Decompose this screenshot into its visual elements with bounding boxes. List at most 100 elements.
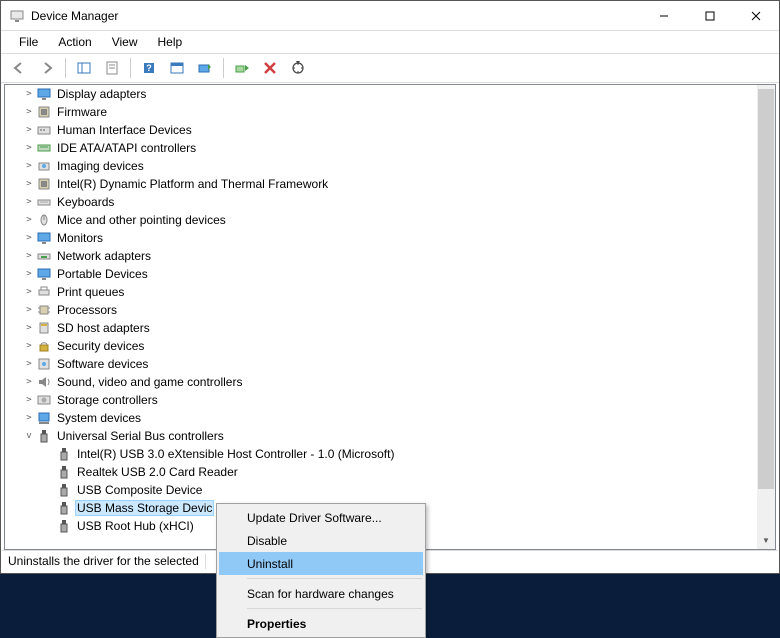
keyboard-icon: [36, 194, 52, 210]
tree-node-label: USB Mass Storage Devic: [75, 500, 214, 516]
storage-icon: [36, 392, 52, 408]
expand-icon[interactable]: >: [23, 287, 35, 297]
expand-icon[interactable]: >: [23, 89, 35, 99]
properties-button[interactable]: [100, 56, 124, 80]
ctx-separator: [247, 578, 422, 579]
sd-icon: [36, 320, 52, 336]
tree-child-node[interactable]: Realtek USB 2.0 Card Reader: [5, 463, 757, 481]
tree-node-label: Security devices: [55, 339, 146, 353]
window-buttons: [641, 1, 779, 31]
tree-child-node[interactable]: USB Composite Device: [5, 481, 757, 499]
expand-icon[interactable]: >: [23, 233, 35, 243]
tree-node-label: SD host adapters: [55, 321, 152, 335]
scan-button[interactable]: [286, 56, 310, 80]
usb-icon: [56, 518, 72, 534]
expand-icon[interactable]: >: [23, 377, 35, 387]
tree-node[interactable]: >Sound, video and game controllers: [5, 373, 757, 391]
expand-icon[interactable]: >: [23, 107, 35, 117]
tree-node-label: Keyboards: [55, 195, 116, 209]
menu-help[interactable]: Help: [148, 33, 193, 51]
ctx-properties[interactable]: Properties: [219, 612, 423, 635]
scroll-down-arrow[interactable]: ▼: [757, 531, 775, 549]
tree-node[interactable]: >Human Interface Devices: [5, 121, 757, 139]
tree-node-label: IDE ATA/ATAPI controllers: [55, 141, 198, 155]
hid-icon: [36, 122, 52, 138]
minimize-button[interactable]: [641, 1, 687, 31]
expand-icon[interactable]: >: [23, 161, 35, 171]
expand-icon[interactable]: >: [23, 395, 35, 405]
collapse-icon[interactable]: v: [23, 431, 35, 441]
cpu-icon: [36, 302, 52, 318]
printer-icon: [36, 284, 52, 300]
expand-icon[interactable]: >: [23, 413, 35, 423]
expand-icon[interactable]: >: [23, 197, 35, 207]
tree-node[interactable]: > SD host adapters: [5, 319, 757, 337]
enable-button[interactable]: [230, 56, 254, 80]
tree-node[interactable]: >Display adapters: [5, 85, 757, 103]
scroll-thumb[interactable]: [758, 89, 774, 489]
camera-icon: [36, 158, 52, 174]
tree-pane: >Display adapters>Firmware>Human Interfa…: [4, 84, 776, 550]
show-hide-tree-button[interactable]: [72, 56, 96, 80]
tree-node[interactable]: >Portable Devices: [5, 265, 757, 283]
tree-node[interactable]: > Print queues: [5, 283, 757, 301]
tree-node-usb[interactable]: vUniversal Serial Bus controllers: [5, 427, 757, 445]
ctx-disable[interactable]: Disable: [219, 529, 423, 552]
tree-node[interactable]: >Processors: [5, 301, 757, 319]
tree-node[interactable]: >Network adapters: [5, 247, 757, 265]
tree-child-node[interactable]: Intel(R) USB 3.0 eXtensible Host Control…: [5, 445, 757, 463]
expand-icon[interactable]: >: [23, 143, 35, 153]
tree-node-label: Mice and other pointing devices: [55, 213, 228, 227]
tree-node-label: System devices: [55, 411, 143, 425]
tree-node[interactable]: >Intel(R) Dynamic Platform and Thermal F…: [5, 175, 757, 193]
tree-node[interactable]: > Monitors: [5, 229, 757, 247]
mouse-icon: [36, 212, 52, 228]
expand-icon[interactable]: >: [23, 125, 35, 135]
lock-icon: [36, 338, 52, 354]
titlebar[interactable]: Device Manager: [1, 1, 779, 31]
expand-icon[interactable]: >: [23, 179, 35, 189]
menu-view[interactable]: View: [102, 33, 148, 51]
ide-icon: [36, 140, 52, 156]
tree-node[interactable]: > System devices: [5, 409, 757, 427]
menu-file[interactable]: File: [9, 33, 48, 51]
maximize-button[interactable]: [687, 1, 733, 31]
tree-node-label: Realtek USB 2.0 Card Reader: [75, 465, 240, 479]
ctx-update-driver[interactable]: Update Driver Software...: [219, 506, 423, 529]
tree-node[interactable]: >Imaging devices: [5, 157, 757, 175]
update-driver-button[interactable]: [193, 56, 217, 80]
tree-node-label: Monitors: [55, 231, 105, 245]
vertical-scrollbar[interactable]: ▲ ▼: [757, 85, 775, 549]
tree-node[interactable]: >Storage controllers: [5, 391, 757, 409]
tree-node-label: Firmware: [55, 105, 109, 119]
tree-node[interactable]: > Firmware: [5, 103, 757, 121]
usb-icon: [56, 482, 72, 498]
expand-icon[interactable]: >: [23, 341, 35, 351]
toolbar-separator: [223, 58, 224, 78]
expand-icon[interactable]: >: [23, 251, 35, 261]
usb-icon: [56, 500, 72, 516]
ctx-uninstall[interactable]: Uninstall: [219, 552, 423, 575]
tree-node[interactable]: > IDE ATA/ATAPI controllers: [5, 139, 757, 157]
device-tree[interactable]: >Display adapters>Firmware>Human Interfa…: [5, 85, 757, 549]
tree-node[interactable]: > Mice and other pointing devices: [5, 211, 757, 229]
tree-node[interactable]: > Keyboards: [5, 193, 757, 211]
menu-action[interactable]: Action: [48, 33, 101, 51]
expand-icon[interactable]: >: [23, 323, 35, 333]
ctx-scan[interactable]: Scan for hardware changes: [219, 582, 423, 605]
expand-icon[interactable]: >: [23, 269, 35, 279]
monitor-icon: [36, 86, 52, 102]
help-button[interactable]: ?: [137, 56, 161, 80]
expand-icon[interactable]: >: [23, 305, 35, 315]
forward-button[interactable]: [35, 56, 59, 80]
expand-icon[interactable]: >: [23, 215, 35, 225]
back-button[interactable]: [7, 56, 31, 80]
tree-node-label: Intel(R) USB 3.0 eXtensible Host Control…: [75, 447, 396, 461]
tree-node[interactable]: >Software devices: [5, 355, 757, 373]
close-button[interactable]: [733, 1, 779, 31]
expand-icon[interactable]: >: [23, 359, 35, 369]
tree-node[interactable]: > Security devices: [5, 337, 757, 355]
action-button[interactable]: [165, 56, 189, 80]
uninstall-button[interactable]: [258, 56, 282, 80]
tree-node-label: Print queues: [55, 285, 126, 299]
